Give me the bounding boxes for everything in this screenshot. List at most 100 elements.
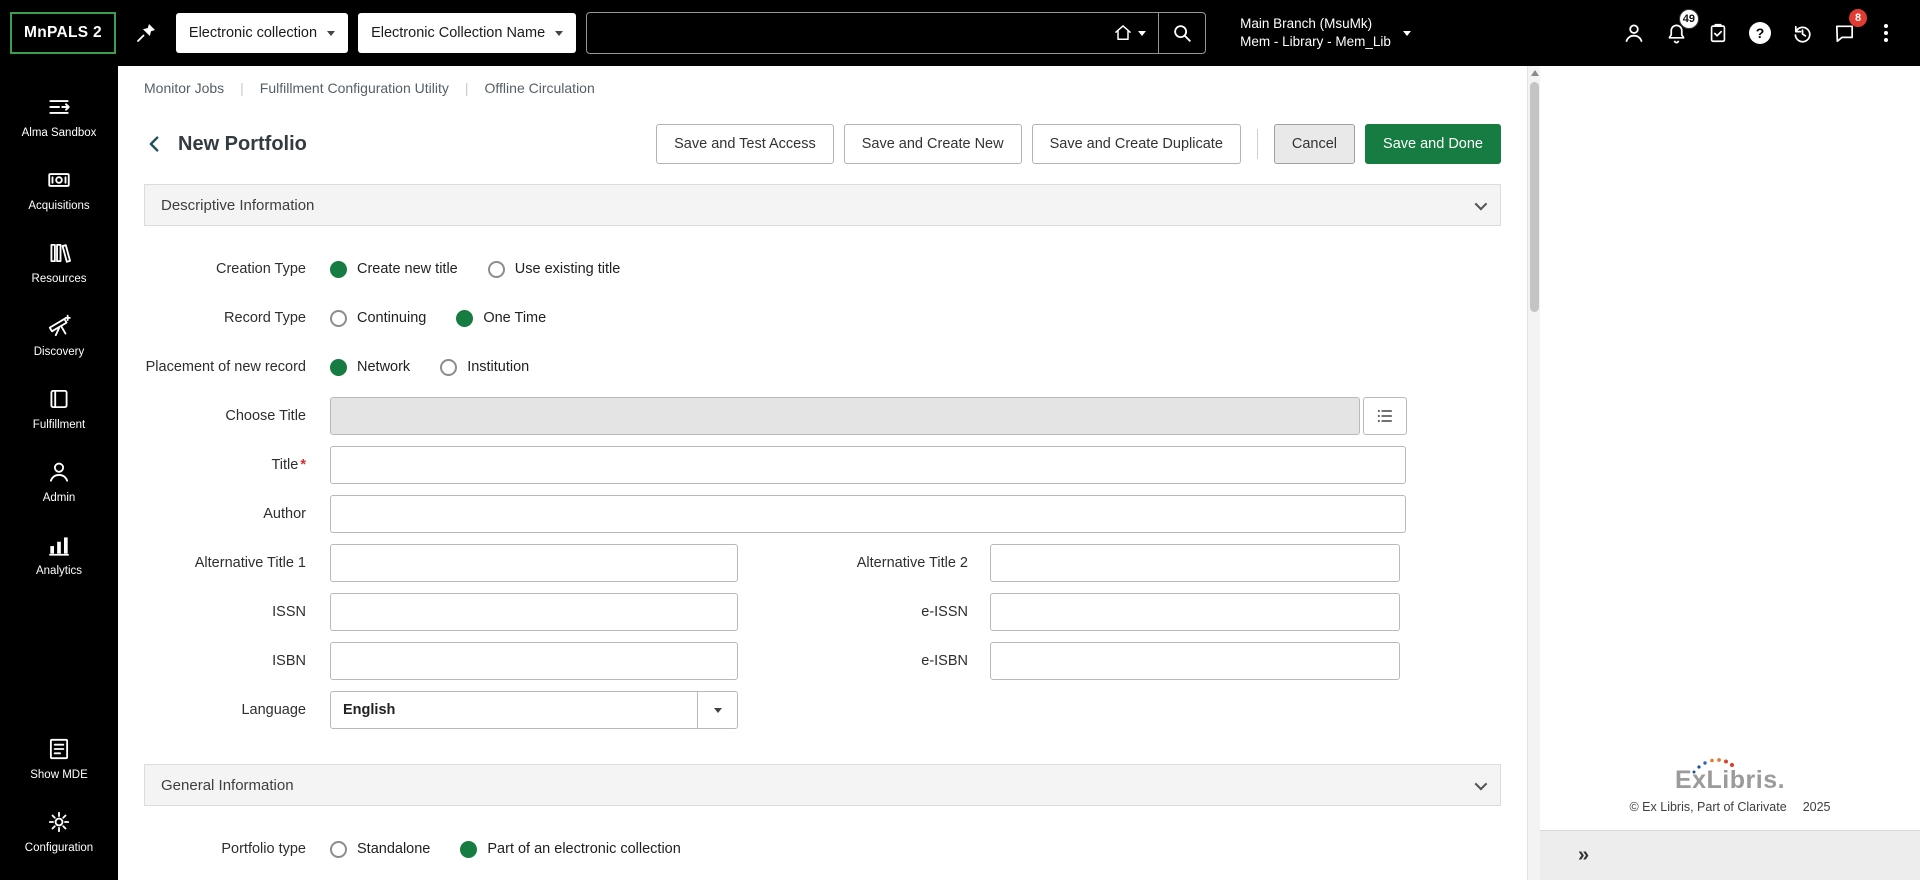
descriptive-form: Creation Type Create new title Use exist… <box>144 226 1501 746</box>
section-header-general[interactable]: General Information <box>144 764 1501 806</box>
location-line2: Mem - Library - Mem_Lib <box>1240 34 1391 49</box>
field-issn: ISSN e-ISSN <box>144 593 1501 631</box>
vertical-scrollbar[interactable] <box>1527 66 1540 880</box>
breadcrumb-separator: | <box>240 80 244 96</box>
portfolio-type-radio-group: Standalone Part of an electronic collect… <box>330 840 681 858</box>
field-record-type: Record Type Continuing One Time <box>144 299 1501 337</box>
chevron-down-icon <box>1474 777 1488 790</box>
person-icon <box>49 462 69 482</box>
radio-one-time[interactable]: One Time <box>456 309 546 327</box>
field-choose-title: Choose Title <box>144 397 1501 435</box>
exlibris-logo: ExLibris. <box>1675 758 1785 795</box>
save-and-done-button[interactable]: Save and Done <box>1365 124 1501 164</box>
isbn-input[interactable] <box>330 642 738 680</box>
breadcrumb-item-fulfillment-config[interactable]: Fulfillment Configuration Utility <box>260 80 449 96</box>
sidebar-item-label: Configuration <box>24 842 94 854</box>
banknote-icon <box>48 173 70 187</box>
search-submit-button[interactable] <box>1159 13 1205 53</box>
chevron-down-icon <box>1402 30 1411 36</box>
field-label: Title * <box>271 456 306 473</box>
form-content: Descriptive Information Creation Type Cr… <box>118 176 1527 880</box>
radio-label: Create new title <box>357 261 458 277</box>
radio-continuing[interactable]: Continuing <box>330 309 426 327</box>
sidebar-item-discovery[interactable]: Discovery <box>0 299 118 372</box>
field-alternative-titles: Alternative Title 1 Alternative Title 2 <box>144 544 1501 582</box>
sidebar-item-analytics[interactable]: Analytics <box>0 518 118 591</box>
save-and-test-access-button[interactable]: Save and Test Access <box>656 124 834 164</box>
field-label: ISSN <box>272 603 306 620</box>
section-header-descriptive[interactable]: Descriptive Information <box>144 184 1501 226</box>
help-button[interactable]: ? <box>1740 9 1780 57</box>
radio-icon <box>330 840 347 858</box>
app-window: MnPALS 2 Electronic collection Electroni… <box>0 0 1920 880</box>
gear-icon <box>48 811 70 833</box>
breadcrumb-item-offline-circulation[interactable]: Offline Circulation <box>485 80 595 96</box>
radio-network[interactable]: Network <box>330 358 410 376</box>
right-panel: ExLibris. © Ex Libris, Part of Clarivate… <box>1540 66 1920 880</box>
sidebar-item-admin[interactable]: Admin <box>0 445 118 518</box>
expand-panel-button[interactable]: » <box>1578 844 1589 867</box>
ledger-icon <box>50 389 68 409</box>
pin-search-button[interactable] <box>126 9 166 57</box>
chat-button[interactable]: 8 <box>1824 9 1867 57</box>
section-general-information: General Information Portfolio type Stand… <box>144 764 1501 880</box>
collection-name-dropdown[interactable]: Electronic Collection Name <box>358 13 577 53</box>
sidebar-item-label: Fulfillment <box>32 419 86 431</box>
search-input[interactable] <box>587 13 1102 53</box>
sidebar-item-label: Alma Sandbox <box>21 127 97 139</box>
search-home-button[interactable] <box>1101 13 1158 53</box>
main-area: Monitor Jobs | Fulfillment Configuration… <box>118 66 1527 880</box>
sidebar-item-resources[interactable]: Resources <box>0 226 118 299</box>
sidebar-item-show-mde[interactable]: Show MDE <box>0 722 118 795</box>
location-selector[interactable]: Main Branch (MsuMk) Mem - Library - Mem_… <box>1240 15 1411 51</box>
history-button[interactable] <box>1782 9 1822 57</box>
sidebar-item-acquisitions[interactable]: Acquisitions <box>0 153 118 226</box>
radio-icon <box>440 358 458 376</box>
sidebar-item-label: Show MDE <box>30 769 88 781</box>
scrollbar-thumb[interactable] <box>1530 82 1539 312</box>
user-menu-button[interactable] <box>1614 9 1654 57</box>
eissn-input[interactable] <box>990 593 1400 631</box>
language-select[interactable]: English <box>330 691 738 729</box>
logo-dots-arc <box>1692 758 1735 774</box>
field-label: e-ISSN <box>921 604 968 620</box>
cancel-button[interactable]: Cancel <box>1273 124 1356 164</box>
issn-input[interactable] <box>330 593 738 631</box>
radio-use-existing-title[interactable]: Use existing title <box>487 260 620 278</box>
title-input[interactable] <box>330 446 1406 484</box>
save-and-create-duplicate-button[interactable]: Save and Create Duplicate <box>1031 124 1241 164</box>
sidebar-item-configuration[interactable]: Configuration <box>0 795 118 868</box>
sidebar-item-label: Resources <box>31 273 87 285</box>
history-clock-icon <box>1794 25 1811 43</box>
field-label: Language <box>241 701 306 718</box>
browse-titles-button[interactable] <box>1363 397 1407 435</box>
select-arrow-button[interactable] <box>697 692 737 728</box>
actions-divider <box>1256 129 1258 159</box>
back-button[interactable] <box>144 133 166 155</box>
global-search-box <box>586 12 1207 54</box>
radio-create-new-title[interactable]: Create new title <box>330 260 458 278</box>
alternative-title-1-input[interactable] <box>330 544 738 582</box>
copyright-year: 2025 <box>1802 800 1831 814</box>
radio-institution[interactable]: Institution <box>440 358 529 376</box>
radio-part-of-collection[interactable]: Part of an electronic collection <box>460 840 681 858</box>
sidebar-item-fulfillment[interactable]: Fulfillment <box>0 372 118 445</box>
sidebar-item-alma-sandbox[interactable]: Alma Sandbox <box>0 80 118 153</box>
radio-standalone[interactable]: Standalone <box>330 840 430 858</box>
page-actions: Save and Test Access Save and Create New… <box>656 124 1501 164</box>
radio-icon <box>456 309 474 327</box>
alternative-title-2-input[interactable] <box>990 544 1400 582</box>
body: Alma Sandbox Acquisitions Resources Disc… <box>0 66 1920 880</box>
tasks-button[interactable] <box>1698 9 1738 57</box>
scroll-up-arrow-icon[interactable] <box>1530 70 1539 76</box>
search-scope-dropdown[interactable]: Electronic collection <box>175 13 349 53</box>
save-and-create-new-button[interactable]: Save and Create New <box>843 124 1022 164</box>
sidebar-item-label: Admin <box>42 492 76 504</box>
creation-type-radio-group: Create new title Use existing title <box>330 260 620 278</box>
more-menu-button[interactable] <box>1866 9 1906 57</box>
eisbn-input[interactable] <box>990 642 1400 680</box>
notifications-button[interactable]: 49 <box>1656 9 1699 57</box>
breadcrumb-item-monitor-jobs[interactable]: Monitor Jobs <box>144 80 224 96</box>
breadcrumb-separator: | <box>464 80 469 96</box>
author-input[interactable] <box>330 495 1406 533</box>
